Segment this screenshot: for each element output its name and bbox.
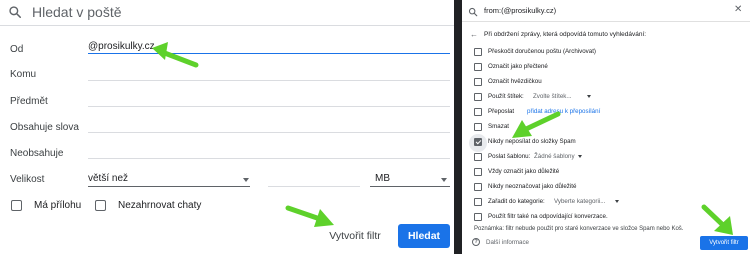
size-value-field[interactable] [268, 186, 360, 187]
skip-inbox-checkbox[interactable] [474, 48, 482, 56]
green-arrow-icon [152, 42, 199, 68]
from-label: Od [10, 44, 24, 55]
also-apply-checkbox[interactable] [474, 213, 482, 221]
search-icon[interactable] [8, 5, 22, 24]
create-filter-button[interactable]: Vytvořit filtr [700, 236, 748, 250]
option-send-template[interactable]: Poslat šablonu: Žádné šablony [474, 152, 744, 164]
categorize-label: Zařadit do kategorie: [488, 198, 545, 205]
categorize-checkbox[interactable] [474, 198, 482, 206]
option-apply-label[interactable]: Použít štítek: Zvolte štítek... [474, 92, 744, 104]
to-label: Komu [10, 69, 37, 80]
no-chats-label: Nezahrnovat chaty [118, 200, 202, 211]
star-label: Označit hvězdičkou [488, 78, 542, 85]
option-star[interactable]: Označit hvězdičkou [474, 77, 744, 89]
to-field[interactable] [88, 80, 450, 81]
filter-heading: Při obdržení zprávy, která odpovídá tomu… [484, 31, 647, 38]
chevron-down-icon [587, 95, 591, 98]
option-categorize[interactable]: Zařadit do kategorie: Vyberte kategorii.… [474, 197, 744, 209]
apply-label-checkbox[interactable] [474, 93, 482, 101]
option-delete[interactable]: Smazat [474, 122, 744, 134]
mark-read-label: Označit jako přečtené [488, 63, 548, 70]
never-spam-label: Nikdy neposílat do složky Spam [488, 138, 576, 145]
never-spam-checkbox[interactable] [474, 138, 482, 146]
send-template-label: Poslat šablonu: [488, 153, 531, 160]
option-never-important[interactable]: Nikdy neoznačovat jako důležité [474, 182, 744, 194]
filter-query: from:(@prosikulky.cz) [484, 6, 557, 15]
option-never-spam[interactable]: Nikdy neposílat do složky Spam [469, 134, 744, 152]
search-icon[interactable] [468, 4, 478, 22]
always-important-label: Vždy označit jako důležité [488, 168, 560, 175]
chevron-down-icon [243, 178, 249, 182]
also-apply-label: Použít filtr také na odpovídající konver… [488, 213, 608, 220]
send-template-select[interactable]: Žádné šablony [534, 153, 575, 160]
has-attachment-label: Má přílohu [34, 200, 82, 211]
more-info-link[interactable]: Další informace [486, 239, 529, 246]
back-arrow-icon[interactable]: ← [470, 30, 478, 39]
size-operator-value: větší než [88, 173, 129, 184]
star-checkbox[interactable] [474, 78, 482, 86]
option-also-apply[interactable]: Použít filtr také na odpovídající konver… [474, 212, 744, 224]
subject-label: Předmět [10, 96, 48, 107]
always-important-checkbox[interactable] [474, 168, 482, 176]
search-bar[interactable]: Hledat v poště [0, 0, 454, 26]
option-forward[interactable]: Přeposlat přidat adresu k přeposílání [474, 107, 744, 119]
search-button[interactable]: Hledat [398, 224, 450, 248]
forward-label: Přeposlat [488, 108, 515, 115]
forward-checkbox[interactable] [474, 108, 482, 116]
mark-read-checkbox[interactable] [474, 63, 482, 71]
add-forwarding-address-link[interactable]: přidat adresu k přeposílání [527, 108, 600, 115]
filter-actions-panel: from:(@prosikulky.cz) ✕ ← Při obdržení z… [462, 0, 750, 254]
size-unit-value: MB [375, 173, 390, 184]
chevron-down-icon [578, 155, 582, 158]
size-unit-underline [370, 186, 450, 187]
doesnt-have-label: Neobsahuje [10, 148, 64, 159]
option-always-important[interactable]: Vždy označit jako důležité [474, 167, 744, 179]
search-placeholder: Hledat v poště [32, 4, 122, 20]
search-options-panel: Hledat v poště Od @prosikulky.cz Komu Př… [0, 0, 454, 254]
send-template-checkbox[interactable] [474, 153, 482, 161]
no-chats-checkbox[interactable] [95, 200, 106, 211]
subject-field[interactable] [88, 106, 450, 107]
categorize-select[interactable]: Vyberte kategorii... [554, 198, 605, 205]
chevron-down-icon [441, 178, 447, 182]
filter-search-bar[interactable]: from:(@prosikulky.cz) ✕ [462, 0, 750, 22]
delete-label: Smazat [488, 123, 509, 130]
never-important-label: Nikdy neoznačovat jako důležité [488, 183, 577, 190]
chevron-down-icon [615, 200, 619, 203]
filter-note: Poznámka: filtr nebude použit pro staré … [474, 226, 684, 232]
has-attachment-checkbox[interactable] [11, 200, 22, 211]
help-icon[interactable]: ? [472, 238, 480, 246]
skip-inbox-label: Přeskočit doručenou poštu (Archivovat) [488, 48, 596, 55]
apply-label-select[interactable]: Zvolte štítek... [533, 93, 572, 100]
option-mark-read[interactable]: Označit jako přečtené [474, 62, 744, 74]
has-words-field[interactable] [88, 132, 450, 133]
has-words-label: Obsahuje slova [10, 122, 79, 133]
doesnt-have-field[interactable] [88, 158, 450, 159]
from-field[interactable]: @prosikulky.cz [88, 41, 155, 52]
option-skip-inbox[interactable]: Přeskočit doručenou poštu (Archivovat) [474, 47, 744, 59]
from-underline [88, 53, 450, 54]
size-operator-underline [88, 186, 250, 187]
size-label: Velikost [10, 174, 45, 185]
apply-label-label: Použít štítek: [488, 93, 524, 100]
create-filter-button[interactable]: Vytvořit filtr [322, 224, 388, 248]
panel-divider [454, 0, 462, 254]
delete-checkbox[interactable] [474, 123, 482, 131]
never-important-checkbox[interactable] [474, 183, 482, 191]
close-icon[interactable]: ✕ [734, 4, 742, 16]
